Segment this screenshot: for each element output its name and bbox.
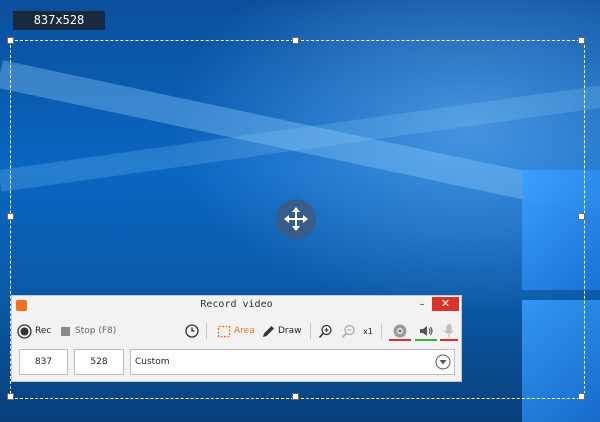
zoom-out-button[interactable] <box>341 320 356 342</box>
timer-icon <box>185 324 199 338</box>
speaker-status-indicator <box>415 339 437 341</box>
toolbar: Rec Stop (F8) Area Draw x1 <box>12 320 461 342</box>
height-value: 528 <box>90 357 108 367</box>
area-label: Area <box>234 326 255 336</box>
resize-handle-bottom-left[interactable] <box>7 393 14 400</box>
zoom-out-icon <box>341 324 355 338</box>
toolbar-separator <box>381 323 382 339</box>
stop-icon <box>61 326 70 336</box>
size-preset-value: Custom <box>135 357 170 367</box>
size-preset-select[interactable]: Custom <box>130 349 455 375</box>
area-button[interactable]: Area <box>217 320 255 342</box>
webcam-icon <box>393 324 407 338</box>
stop-label: Stop (F8) <box>75 326 117 336</box>
zoom-level: x1 <box>363 326 373 336</box>
zoom-in-button[interactable] <box>318 320 333 342</box>
resize-handle-left[interactable] <box>7 213 14 220</box>
minimize-button[interactable]: – <box>414 299 430 311</box>
toolbar-separator <box>310 323 311 339</box>
speaker-icon <box>420 326 433 336</box>
rec-label: Rec <box>35 326 52 336</box>
width-value: 837 <box>34 357 53 367</box>
draw-label: Draw <box>278 326 302 336</box>
record-video-panel: Record video – ✕ Rec Stop (F8) Area Draw… <box>11 295 462 382</box>
move-icon <box>284 207 308 231</box>
dropdown-arrow-icon[interactable] <box>435 354 451 370</box>
webcam-status-indicator <box>389 339 411 341</box>
title-bar[interactable]: Record video – ✕ <box>12 296 461 316</box>
resize-handle-top[interactable] <box>292 37 299 44</box>
zoom-in-icon <box>318 324 332 338</box>
selection-size-label: 837x528 <box>13 11 105 30</box>
height-input[interactable]: 528 <box>74 349 124 375</box>
resize-handle-bottom[interactable] <box>292 393 299 400</box>
window-title: Record video <box>200 299 273 310</box>
microphone-icon <box>444 324 454 338</box>
microphone-status-indicator <box>440 339 458 341</box>
draw-icon <box>263 325 274 337</box>
record-icon <box>17 323 32 339</box>
width-input[interactable]: 837 <box>19 349 68 375</box>
stop-button[interactable]: Stop (F8) <box>60 320 116 342</box>
toolbar-separator <box>206 323 207 339</box>
close-button[interactable]: ✕ <box>432 297 459 311</box>
resize-handle-bottom-right[interactable] <box>578 393 585 400</box>
resize-handle-right[interactable] <box>578 213 585 220</box>
draw-button[interactable]: Draw <box>261 320 302 342</box>
timer-button[interactable] <box>185 320 199 342</box>
resize-handle-top-left[interactable] <box>7 37 14 44</box>
resize-handle-top-right[interactable] <box>578 37 585 44</box>
rec-button[interactable]: Rec <box>17 320 51 342</box>
move-handle[interactable] <box>276 199 316 239</box>
area-icon <box>217 325 231 337</box>
